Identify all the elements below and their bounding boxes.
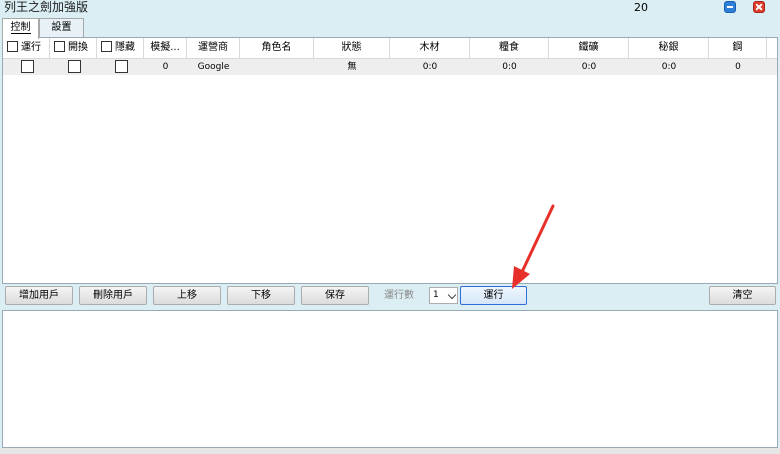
move-up-button[interactable]: 上移 [153, 286, 221, 305]
window-title: 列王之劍加強版 [4, 0, 89, 14]
run-checkbox[interactable] [21, 60, 34, 73]
close-icon[interactable] [753, 1, 765, 13]
column-switch[interactable]: 開換 [50, 38, 97, 58]
cell-emulator: 0 [162, 62, 169, 72]
toolbar: 增加用戶 刪除用戶 上移 下移 保存 運行數 1 運行 清空 [0, 284, 780, 308]
column-mithril[interactable]: 秘銀 [629, 38, 709, 58]
log-output[interactable] [2, 310, 778, 448]
cell-mithril: 0:0 [661, 62, 677, 72]
save-button[interactable]: 保存 [301, 286, 369, 305]
tab-control[interactable]: 控制 [2, 18, 39, 39]
horizontal-scrollbar[interactable] [0, 448, 780, 454]
cell-steel: 0 [735, 62, 741, 72]
column-status[interactable]: 狀態 [314, 38, 390, 58]
table-row[interactable]: 0 Google 無 0:0 0:0 0:0 0:0 0 [3, 59, 777, 75]
column-run-label: 運行 [21, 42, 41, 53]
hide-checkbox[interactable] [115, 60, 128, 73]
run-all-checkbox[interactable] [7, 41, 18, 52]
run-count-select[interactable]: 1 [429, 287, 458, 304]
title-bar: 列王之劍加強版 20 [0, 0, 780, 16]
cell-status: 無 [347, 62, 357, 72]
column-emulator[interactable]: 模擬... [144, 38, 187, 58]
run-button[interactable]: 運行 [460, 286, 527, 305]
run-count-value: 1 [433, 290, 439, 300]
tab-settings[interactable]: 設置 [39, 18, 84, 38]
tab-control-label: 控制 [10, 22, 31, 34]
column-role-name[interactable]: 角色名 [240, 38, 314, 58]
switch-all-checkbox[interactable] [54, 41, 65, 52]
clear-button[interactable]: 清空 [709, 286, 776, 305]
minimize-icon[interactable] [724, 1, 736, 13]
cell-wood: 0:0 [422, 62, 438, 72]
column-operator[interactable]: 運營商 [187, 38, 240, 58]
account-table: 運行 開換 隱藏 模擬... 運營商 角色名 狀態 木材 糧食 鐵礦 秘銀 鋼 … [2, 37, 778, 284]
remove-user-button[interactable]: 刪除用戶 [79, 286, 147, 305]
app-window: 列王之劍加強版 20 控制 設置 運行 開換 隱藏 模擬... 運營商 角色名 [0, 0, 780, 454]
add-user-button[interactable]: 增加用戶 [5, 286, 73, 305]
chevron-down-icon [447, 290, 457, 300]
move-down-button[interactable]: 下移 [227, 286, 295, 305]
tab-settings-label: 設置 [51, 22, 72, 33]
hide-all-checkbox[interactable] [101, 41, 112, 52]
column-run[interactable]: 運行 [3, 38, 50, 58]
run-count-label: 運行數 [384, 290, 414, 301]
column-iron[interactable]: 鐵礦 [549, 38, 629, 58]
column-food[interactable]: 糧食 [470, 38, 549, 58]
column-switch-label: 開換 [68, 42, 88, 53]
cell-role-name [240, 59, 314, 75]
switch-checkbox[interactable] [68, 60, 81, 73]
column-hide[interactable]: 隱藏 [97, 38, 144, 58]
cell-iron: 0:0 [581, 62, 597, 72]
cell-operator: Google [197, 62, 230, 72]
column-steel[interactable]: 鋼 [709, 38, 767, 58]
column-hide-label: 隱藏 [115, 42, 135, 53]
table-header: 運行 開換 隱藏 模擬... 運營商 角色名 狀態 木材 糧食 鐵礦 秘銀 鋼 [3, 38, 777, 59]
column-wood[interactable]: 木材 [390, 38, 470, 58]
title-count: 20 [634, 1, 648, 14]
cell-food: 0:0 [502, 62, 517, 72]
